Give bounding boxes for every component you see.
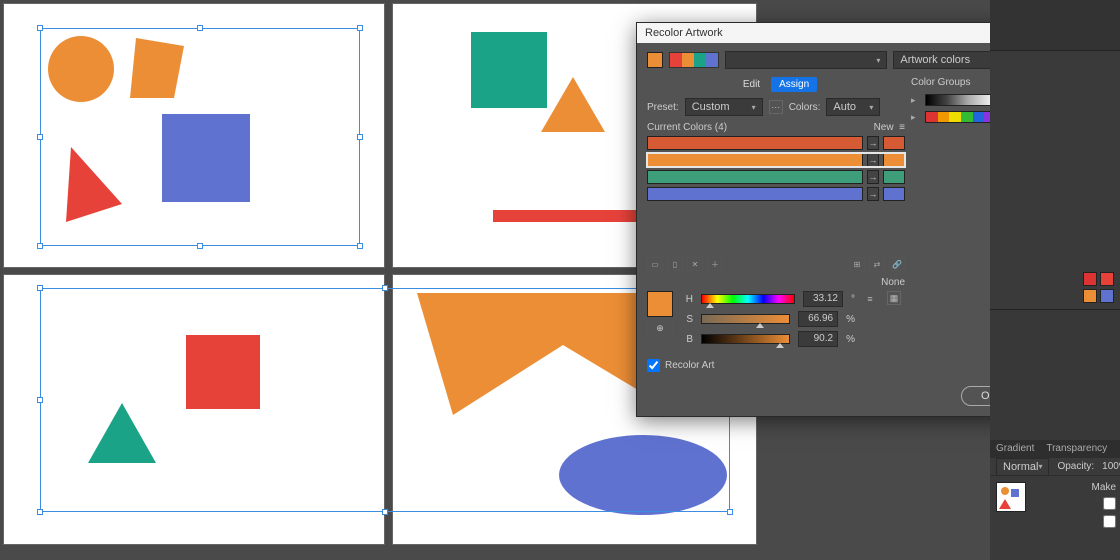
merge-icon[interactable]: ▭ [647,257,663,271]
colors-label: Colors: [789,102,821,113]
s-label: S [683,314,693,325]
b-label: B [683,334,693,345]
current-colors-label: Current Colors (4) [647,122,727,133]
artwork-colors-dropdown[interactable]: Artwork colors▾ [893,51,1001,69]
docked-panels: Gradient Transparency Normal▾ Opacity: 1… [990,0,1120,560]
active-color-group[interactable] [669,52,719,68]
h-label: H [683,294,693,305]
hue-value[interactable]: 33.12 [803,291,843,307]
none-label: None [881,277,905,288]
tab-gradient[interactable]: Gradient [996,443,1034,454]
color-row[interactable]: → [647,136,905,150]
hsb-swatch[interactable] [647,291,673,317]
transparency-thumbnail[interactable] [996,482,1026,512]
separate-icon[interactable]: ▯ [667,257,683,271]
recolor-art-checkbox[interactable]: Recolor Art [647,359,905,372]
swatch-chip[interactable] [1083,289,1097,303]
clip-checkbox[interactable] [1103,497,1116,510]
swatch-chip[interactable] [1100,272,1114,286]
row-menu-icon[interactable]: ≡ [899,122,905,133]
opacity-label: Opacity: [1057,461,1094,472]
bri-value[interactable]: 90.2 [798,331,838,347]
color-row[interactable]: → [647,153,905,167]
colors-dropdown[interactable]: Auto▾ [826,98,880,116]
exclude-icon[interactable]: ✕ [687,257,703,271]
color-row[interactable]: → [647,170,905,184]
panel-tab-row: Gradient Transparency [990,440,1120,458]
new-colors-label: New [874,122,894,133]
sat-slider[interactable] [701,314,790,324]
artboard-3[interactable] [4,275,384,544]
slider-menu-icon[interactable]: ≡ [863,292,877,306]
tab-edit[interactable]: Edit [735,77,768,92]
sat-value[interactable]: 66.96 [798,311,838,327]
randomize-icon[interactable]: ⇄ [869,257,885,271]
opacity-value[interactable]: 100% [1102,461,1120,472]
chevron-right-icon: ▸ [911,95,919,106]
link-icon[interactable]: 🔗 [889,257,905,271]
preset-dropdown[interactable]: Custom▾ [685,98,763,116]
color-row[interactable]: → [647,187,905,201]
color-picker-icon[interactable]: ▦ [887,291,901,305]
color-mode-icon[interactable]: ⊕ [647,321,673,335]
artboard-1[interactable] [4,4,384,267]
hue-slider[interactable] [701,294,795,304]
active-color-swatch[interactable] [647,52,663,68]
tab-assign[interactable]: Assign [771,77,817,92]
chevron-right-icon: ▸ [911,112,919,123]
make-mask-button[interactable]: Make [1036,482,1116,493]
blend-mode-dropdown[interactable]: Normal▾ [996,458,1049,476]
preset-options-icon[interactable]: ⋯ [769,100,783,114]
find-field-icon[interactable]: ⊞ [849,257,865,271]
tab-transparency[interactable]: Transparency [1042,442,1111,455]
swatch-chip[interactable] [1083,272,1097,286]
preset-label: Preset: [647,102,679,113]
color-group-dropdown[interactable]: ▾ [725,51,887,69]
bri-slider[interactable] [701,334,790,344]
invert-checkbox[interactable] [1103,515,1116,528]
new-row-icon[interactable]: ＋ [707,257,723,271]
swatch-chip[interactable] [1100,289,1114,303]
